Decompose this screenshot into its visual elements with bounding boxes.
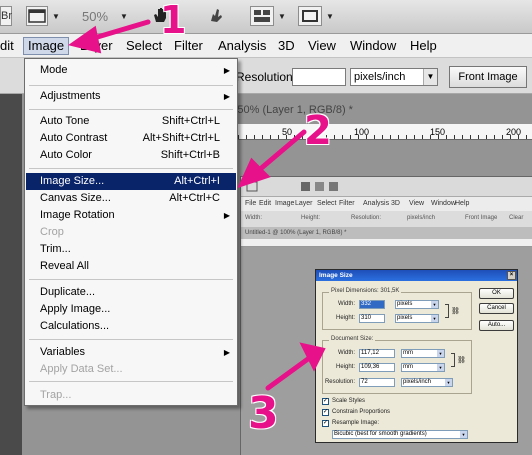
annotation-number: 2 bbox=[304, 108, 332, 154]
arrow-3-shaft bbox=[265, 353, 315, 391]
arrow-1-head bbox=[68, 25, 102, 54]
arrow-3-head bbox=[299, 342, 326, 372]
annotation-number: 1 bbox=[160, 0, 187, 42]
annotation-number: 3 bbox=[248, 388, 279, 439]
annotation-arrows bbox=[68, 19, 326, 391]
